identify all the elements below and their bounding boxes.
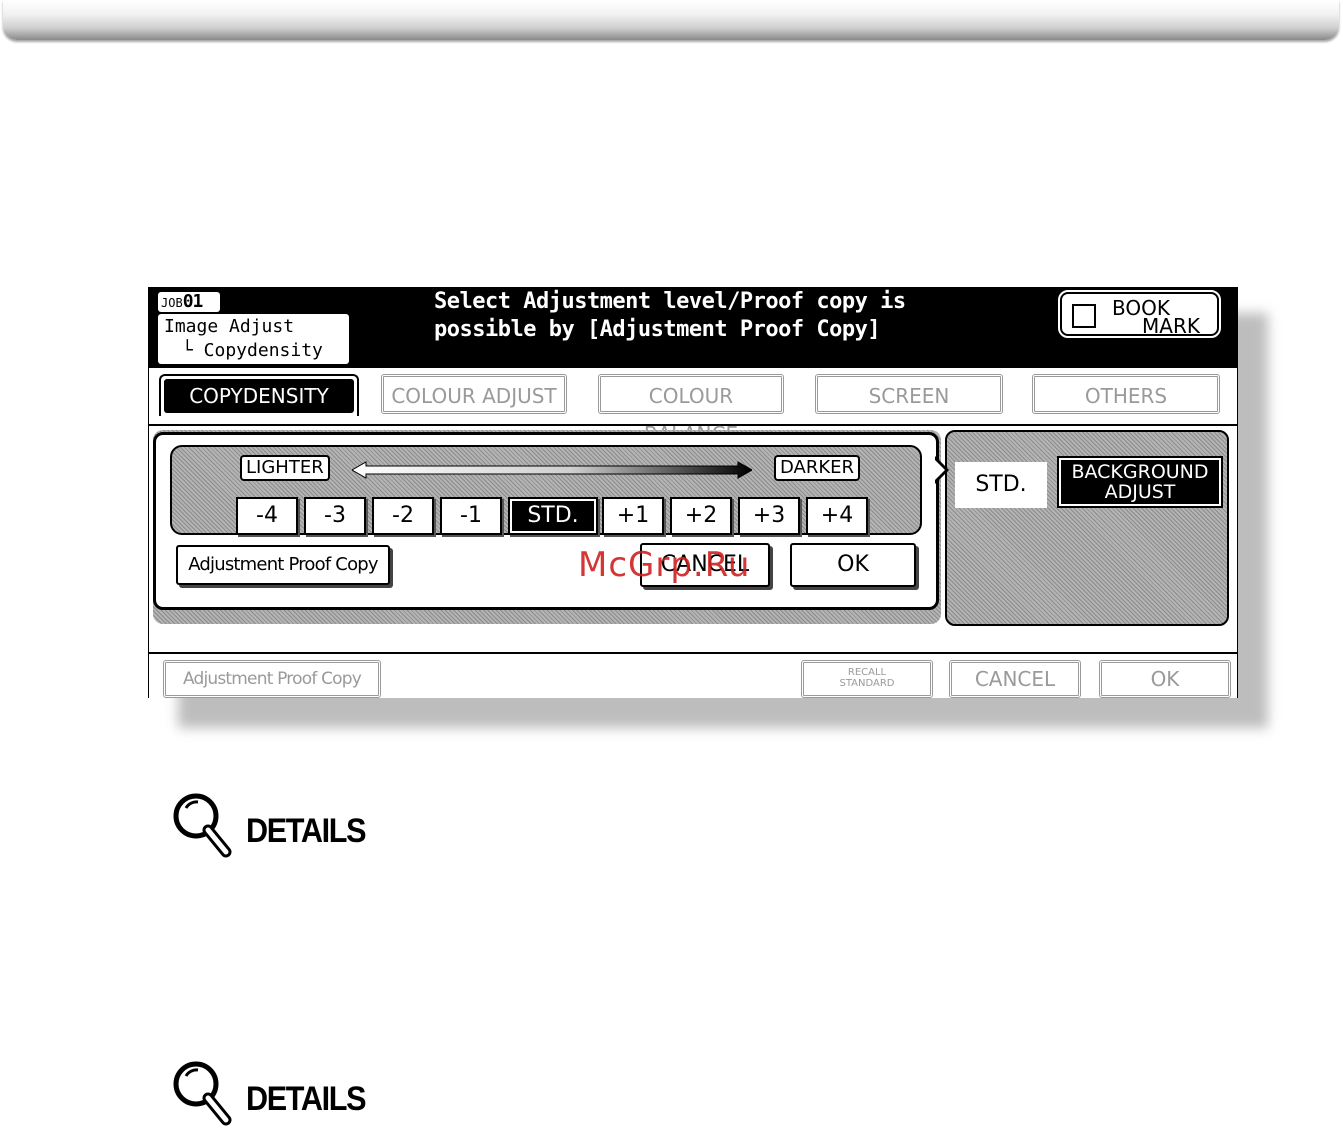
job-number: 01: [182, 291, 204, 312]
tab-label: COPYDENSITY: [164, 379, 354, 413]
tab-label: COLOUR ADJUST: [391, 384, 557, 408]
breadcrumb-title: Image Adjust: [164, 316, 295, 337]
tab-label: OTHERS: [1084, 384, 1168, 408]
density-arrow-icon: [352, 461, 752, 479]
tab-screen[interactable]: SCREEN: [815, 374, 1003, 414]
checkbox-icon: [1072, 304, 1096, 328]
density-scale: LIGHTER DARKER -4 -3 -2 -1 STD. +1 +2 +3…: [170, 445, 922, 535]
recall-label-2: STANDARD: [839, 678, 895, 689]
darker-label: DARKER: [774, 455, 861, 481]
message-line-2: possible by [Adjustment Proof Copy]: [434, 317, 881, 342]
watermark-text: McGrp.Ru: [578, 545, 751, 585]
bottom-button-bar: Adjustment Proof Copy RECALL STANDARD CA…: [149, 652, 1237, 698]
magnifier-icon: [173, 1061, 232, 1126]
magnifier-icon: [173, 793, 232, 858]
background-adjust-label-2: ADJUST: [1104, 481, 1176, 503]
level-plus-3-button[interactable]: +3: [738, 497, 800, 535]
level-minus-3-button[interactable]: -3: [304, 497, 366, 535]
tab-copydensity[interactable]: COPYDENSITY: [159, 374, 359, 416]
tab-colour-adjust[interactable]: COLOUR ADJUST: [381, 374, 567, 414]
level-plus-4-button[interactable]: +4: [806, 497, 868, 535]
message-line-1: Select Adjustment level/Proof copy is: [434, 289, 906, 314]
breadcrumb-sub: └ Copydensity: [182, 340, 323, 361]
adjustment-proof-copy-button[interactable]: Adjustment Proof Copy: [176, 545, 390, 585]
level-plus-1-button[interactable]: +1: [602, 497, 664, 535]
background-adjust-label-1: BACKGROUND: [1071, 461, 1209, 483]
bottom-proof-copy-button[interactable]: Adjustment Proof Copy: [163, 660, 381, 698]
recall-label-1: RECALL: [847, 667, 887, 678]
bottom-ok-button[interactable]: OK: [1099, 660, 1231, 698]
level-minus-1-button[interactable]: -1: [440, 497, 502, 535]
bottom-cancel-button[interactable]: CANCEL: [949, 660, 1081, 698]
page-header-bar: [3, 0, 1339, 40]
bookmark-button[interactable]: BOOK MARK: [1058, 290, 1221, 338]
main-area: COPYDENSITY COLOUR ADJUST COLOUR BALANCE…: [149, 368, 1237, 698]
pointer-arrow-inner: [935, 460, 945, 480]
level-plus-2-button[interactable]: +2: [670, 497, 732, 535]
level-std-button[interactable]: STD.: [508, 497, 598, 535]
job-prefix: JOB: [161, 296, 183, 310]
recall-standard-button[interactable]: RECALL STANDARD: [801, 660, 933, 698]
breadcrumb: Image Adjust └ Copydensity: [158, 314, 349, 364]
background-panel: STD. BACKGROUND ADJUST: [945, 430, 1229, 626]
details-label: DETAILS: [246, 812, 367, 850]
tab-others[interactable]: OTHERS: [1032, 374, 1220, 414]
bookmark-label-2: MARK: [1142, 314, 1200, 338]
lighter-label: LIGHTER: [240, 455, 330, 481]
panel-ok-button[interactable]: OK: [790, 543, 916, 587]
tab-colour-balance[interactable]: COLOUR BALANCE: [598, 374, 784, 446]
background-adjust-button[interactable]: BACKGROUND ADJUST: [1057, 456, 1223, 508]
copier-screen: JOB01 Image Adjust └ Copydensity Select …: [148, 287, 1238, 698]
background-std-value: STD.: [955, 462, 1047, 508]
job-indicator: JOB01: [158, 292, 220, 312]
details-heading-1: DETAILS: [168, 790, 408, 862]
density-panel: LIGHTER DARKER -4 -3 -2 -1 STD. +1 +2 +3…: [153, 432, 939, 610]
details-heading-2: DETAILS: [168, 1058, 408, 1130]
instruction-message: Select Adjustment level/Proof copy is po…: [434, 288, 1054, 344]
tab-label: SCREEN: [868, 384, 950, 408]
level-minus-2-button[interactable]: -2: [372, 497, 434, 535]
details-label: DETAILS: [246, 1080, 367, 1118]
level-minus-4-button[interactable]: -4: [236, 497, 298, 535]
